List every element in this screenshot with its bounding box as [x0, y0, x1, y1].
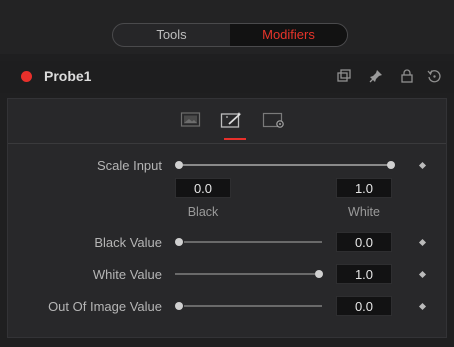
node-status-dot[interactable] [21, 71, 32, 82]
controls-panel: Scale Input 0.0 1.0 Black White Black Va… [7, 98, 447, 338]
out-of-image-value-label: Out Of Image Value [48, 299, 162, 314]
active-subtab-indicator [224, 138, 246, 140]
out-of-image-value-field[interactable]: 0.0 [336, 296, 392, 316]
black-value-label: Black Value [94, 235, 162, 250]
black-value-field[interactable]: 0.0 [336, 232, 392, 252]
scale-input-low-field[interactable]: 0.0 [175, 178, 231, 198]
out-of-image-value-knob[interactable] [175, 302, 183, 310]
tool-modifier-switch: Tools Modifiers [112, 23, 348, 47]
black-value-keyframe-icon[interactable] [418, 238, 427, 247]
scale-input-low-label: Black [187, 205, 219, 219]
node-name: Probe1 [44, 68, 92, 84]
scale-input-keyframe-icon[interactable] [418, 161, 427, 170]
tab-modifiers[interactable]: Modifiers [230, 24, 347, 46]
white-value-track[interactable] [175, 273, 315, 275]
out-of-image-value-keyframe-icon[interactable] [418, 302, 427, 311]
image-tab-icon[interactable] [180, 111, 202, 129]
scale-input-label: Scale Input [96, 158, 162, 173]
tab-bar: Tools Modifiers [0, 0, 454, 54]
node-header[interactable]: Probe1 [0, 61, 454, 93]
reset-icon[interactable] [426, 68, 442, 84]
inspector-window: Tools Modifiers Probe1 Scale Input 0.0 1… [0, 0, 454, 347]
black-value-knob[interactable] [175, 238, 183, 246]
lock-icon[interactable] [399, 68, 415, 84]
subtab-bar [8, 99, 446, 144]
scale-input-low-knob[interactable] [175, 161, 183, 169]
scale-input-range-track[interactable] [183, 164, 389, 166]
settings-tab-icon[interactable] [262, 111, 284, 129]
white-value-field[interactable]: 1.0 [336, 264, 392, 284]
white-value-keyframe-icon[interactable] [418, 270, 427, 279]
magic-wand-tab-icon[interactable] [220, 111, 242, 129]
scale-input-high-knob[interactable] [387, 161, 395, 169]
out-of-image-value-track[interactable] [184, 305, 322, 307]
windows-icon[interactable] [336, 68, 352, 84]
pin-icon[interactable] [368, 68, 384, 84]
white-value-label: White Value [92, 267, 162, 282]
scale-input-high-field[interactable]: 1.0 [336, 178, 392, 198]
scale-input-high-label: White [348, 205, 380, 219]
white-value-knob[interactable] [315, 270, 323, 278]
tab-tools[interactable]: Tools [113, 24, 230, 46]
black-value-track[interactable] [184, 241, 322, 243]
